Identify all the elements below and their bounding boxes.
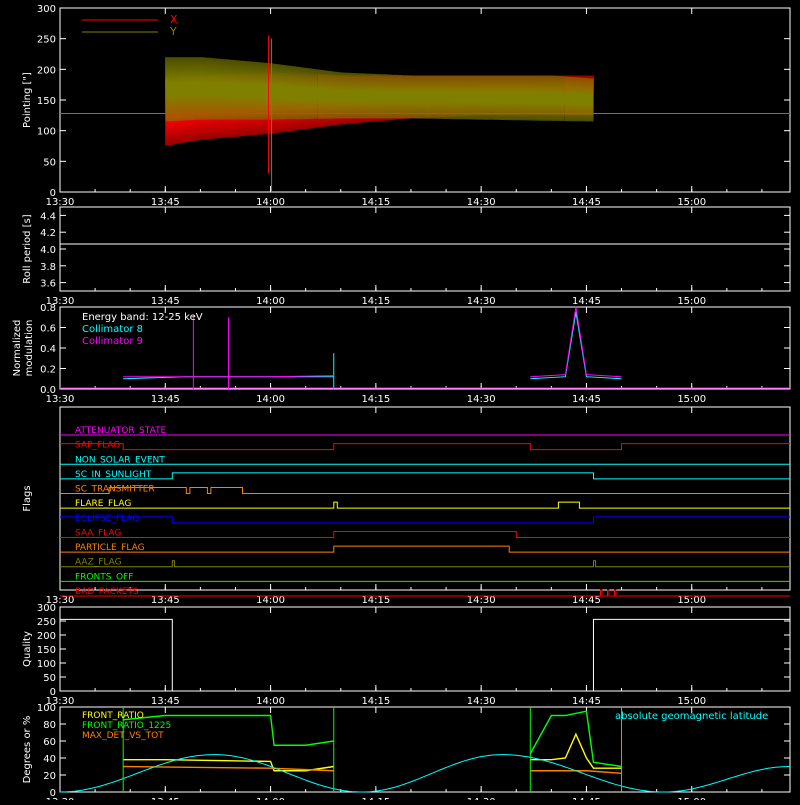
modulation-ylabel: Normalized [12,320,23,377]
multi-panel-plot: 13:30 13:45 14:00 14:15 14:30 14:45 15:0005010… [0,0,800,805]
roll-period-ytick-label: 4.4 [40,211,56,222]
quality-ytick-label: 150 [37,645,56,656]
flag-label-saa_flag: SAA_FLAG [75,528,121,538]
flag-label-bad_packets: BAD_PACKETS [75,587,139,597]
quality-xtick-label: 14:45 [572,696,601,707]
modulation-xtick-label: 14:15 [361,394,390,405]
flag-label-aaz_flag: AAZ_FLAG [75,558,122,568]
flags-xtick-label: 15:00 [677,595,706,606]
modulation-xtick-label: 15:00 [677,394,706,405]
roll-period-ylabel: Roll period [s] [22,214,33,283]
flag-label-non_solar_event: NON_SOLAR_EVENT [75,455,165,465]
quality-xtick-label: 13:45 [151,696,180,707]
quality-ytick-label: 100 [37,659,56,670]
quality-ytick-label: 50 [43,673,56,684]
pointing-xtick-label: 15:00 [677,197,706,208]
flag-label-particle_flag: PARTICLE_FLAG [75,543,145,553]
roll-period-xtick-label: 15:00 [677,296,706,307]
legend-label-collimator-8: Collimator 8 [82,324,143,335]
front-ratio-ytick-label: 60 [43,737,56,748]
pointing-ylabel: Pointing ["] [22,72,33,128]
legend-label-collimator-9: Collimator 9 [82,336,143,347]
pointing-ytick-label: 250 [37,35,56,46]
flag-label-attenuator_state: ATTENUATOR_STATE [75,426,167,436]
quality-xtick-label: 15:00 [677,696,706,707]
quality-ytick-label: 250 [37,617,56,628]
flags-xtick-label: 13:45 [151,595,180,606]
flags-xtick-label: 14:15 [361,595,390,606]
roll-period-ytick-label: 3.8 [40,262,56,273]
pointing-xtick-label: 14:00 [256,197,285,208]
annotation-energy-band: Energy band: 12-25 keV [82,312,203,323]
flags-xtick-label: 14:45 [572,595,601,606]
legend-label-front-ratio-1225: FRONT_RATIO_1225 [82,721,171,731]
pointing-xtick-label: 14:30 [467,197,496,208]
flag-label-flare_flag: FLARE_FLAG [75,499,131,509]
pointing-ytick-label: 100 [37,127,56,138]
flags-ylabel: Flags [22,485,33,511]
roll-period-ytick-label: 4.0 [40,245,56,256]
quality-xtick-label: 14:00 [256,696,285,707]
flags-xtick-label: 14:30 [467,595,496,606]
roll-period-xtick-label: 14:30 [467,296,496,307]
plot-figure: 13:30 13:45 14:00 14:15 14:30 14:45 15:00 0 50 10… [0,0,800,805]
flag-label-sap_flag: SAP_FLAG [75,441,120,451]
pointing-xtick-label: 14:15 [361,197,390,208]
front-ratio-ytick-label: 100 [37,703,56,714]
flags-xtick-label: 14:00 [256,595,285,606]
pointing-ytick-label: 300 [37,4,56,15]
pointing-ytick-label: 200 [37,65,56,76]
front-ratio-ylabel: Degrees or % [22,716,33,784]
quality-ytick-label: 200 [37,631,56,642]
pointing-ytick-label: 150 [37,96,56,107]
pointing-ytick-label: 50 [43,157,56,168]
front-ratio-ytick-label: 40 [43,754,56,765]
modulation-ytick-label: 0.8 [40,303,56,314]
flag-label-sc_transmitter: SC_TRANSMITTER [75,485,155,495]
roll-period-xtick-label: 13:45 [151,296,180,307]
roll-period-xtick-label: 14:15 [361,296,390,307]
front-ratio-ytick-label: 20 [43,771,56,782]
roll-period-xtick-label: 14:00 [256,296,285,307]
modulation-ytick-label: 0.0 [40,385,56,396]
quality-xtick-label: 14:15 [361,696,390,707]
legend-label-max-det-vs-tot: MAX_DET_VS_TOT [82,731,164,741]
modulation-ytick-label: 0.6 [40,324,56,335]
modulation-ylabel: modulation [24,320,35,377]
quality-ylabel: Quality [22,631,33,667]
roll-period-ytick-label: 4.2 [40,228,56,239]
pointing-xtick-label: 14:45 [572,197,601,208]
legend-label-front-ratio: FRONT_RATIO [82,711,144,721]
flag-label-fronts_off: FRONTS_OFF [75,572,133,582]
modulation-ytick-label: 0.2 [40,365,56,376]
modulation-xtick-label: 13:45 [151,394,180,405]
legend-label-Y: Y [169,25,177,38]
flag-label-sc_in_sunlight: SC_IN_SUNLIGHT [75,470,152,480]
modulation-xtick-label: 14:45 [572,394,601,405]
modulation-ytick-label: 0.4 [40,344,56,355]
pointing-xtick-label: 13:45 [151,197,180,208]
flag-label-eclipse_flag: ECLIPSE_FLAG [75,514,139,524]
roll-period-xtick-label: 14:45 [572,296,601,307]
legend-label-geomagnetic-latitude: absolute geomagnetic latitude [615,711,768,722]
roll-period-ytick-label: 3.6 [40,279,56,290]
front-ratio-ytick-label: 80 [43,720,56,731]
front-ratio-ytick-label: 0 [50,788,56,799]
modulation-xtick-label: 14:30 [467,394,496,405]
pointing-ytick-label: 0 [50,188,56,199]
modulation-xtick-label: 14:00 [256,394,285,405]
quality-xtick-label: 14:30 [467,696,496,707]
quality-ytick-label: 0 [50,687,56,698]
quality-ytick-label: 300 [37,603,56,614]
